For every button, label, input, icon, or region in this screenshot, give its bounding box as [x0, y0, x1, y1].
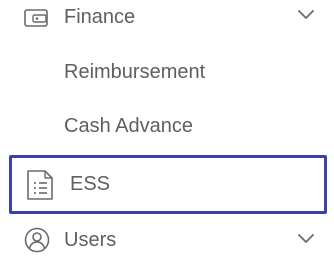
- sidebar-item-finance[interactable]: Finance: [0, 0, 334, 36]
- wallet-icon: [24, 8, 48, 28]
- sidebar-subitem-cash-advance[interactable]: Cash Advance: [0, 108, 334, 144]
- sidebar-item-label: ESS: [70, 173, 111, 195]
- user-icon: [24, 227, 50, 253]
- sidebar-subitem-reimbursement[interactable]: Reimbursement: [0, 54, 334, 90]
- sidebar-item-ess[interactable]: ESS: [9, 155, 327, 214]
- sidebar-subitem-label: Reimbursement: [64, 61, 206, 83]
- document-list-icon: [26, 169, 54, 201]
- sidebar-item-label: Users: [64, 229, 117, 251]
- sidebar-item-label: Finance: [64, 6, 136, 28]
- sidebar-nav: Finance Reimbursement Cash Advance ESS U…: [0, 0, 334, 267]
- sidebar-item-users[interactable]: Users: [0, 222, 334, 258]
- chevron-down-icon[interactable]: [298, 234, 314, 244]
- chevron-down-icon[interactable]: [298, 10, 314, 20]
- sidebar-subitem-label: Cash Advance: [64, 115, 193, 137]
